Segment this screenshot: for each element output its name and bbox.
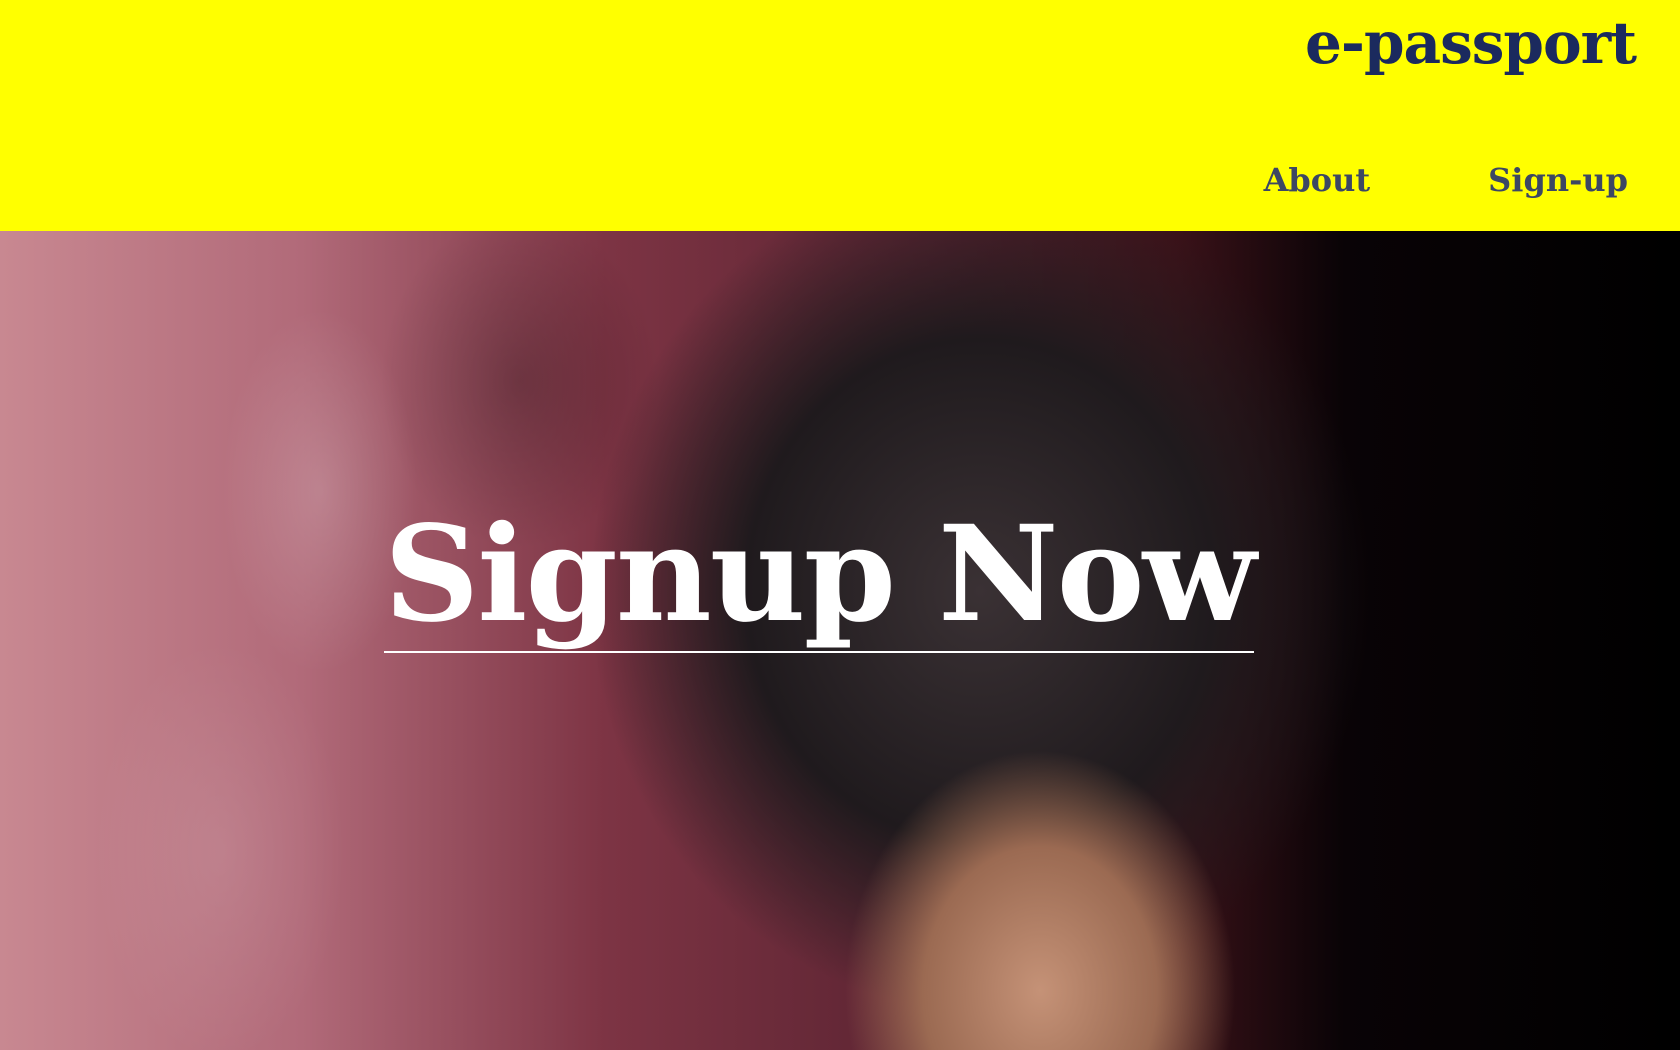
nav-link-about[interactable]: About	[1264, 162, 1371, 198]
main-nav: About Sign-up	[1264, 162, 1628, 198]
nav-link-sign-up[interactable]: Sign-up	[1488, 162, 1628, 198]
hero-section: Signup Now	[0, 231, 1680, 1050]
signup-now-link[interactable]: Signup Now	[384, 509, 1256, 653]
brand-logo-link[interactable]: e-passport	[1305, 11, 1637, 76]
site-header: e-passport About Sign-up	[0, 0, 1680, 231]
